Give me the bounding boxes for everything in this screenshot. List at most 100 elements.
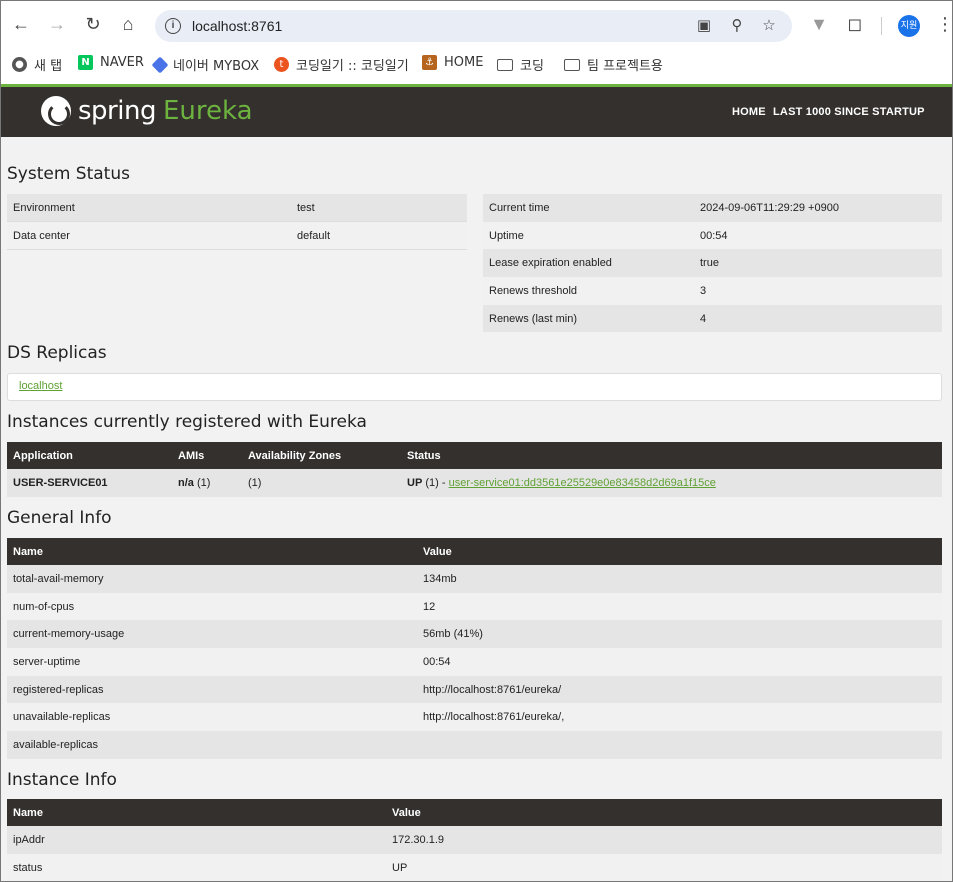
menu-kebab-icon[interactable]: ⋮ <box>934 13 953 35</box>
status-value: 3 <box>694 277 942 305</box>
info-name: unavailable-replicas <box>7 703 417 732</box>
system-status-right-table: Current time 2024-09-06T11:29:29 +0900 U… <box>483 194 942 333</box>
url-text[interactable]: localhost:8761 <box>192 18 282 34</box>
column-header: Value <box>417 538 942 565</box>
status-name: Data center <box>7 221 291 250</box>
bookmark-folder-team[interactable]: 팀 프로젝트용 <box>564 55 663 74</box>
table-header-row: Name Value <box>7 538 942 565</box>
bookmark-label: 팀 프로젝트용 <box>587 59 663 74</box>
folder-icon <box>497 58 513 71</box>
system-status-left-table: Environment test Data center default <box>7 194 467 250</box>
naver-icon: N <box>78 55 93 70</box>
extension-v-icon[interactable]: ▼ <box>808 13 830 35</box>
status-name: Renews (last min) <box>483 304 694 333</box>
status-value: test <box>291 194 467 223</box>
bookmark-mybox[interactable]: 네이버 MYBOX <box>151 55 260 74</box>
column-header: Application <box>7 442 172 469</box>
spring-eureka-logo[interactable]: spring Eureka <box>41 96 253 126</box>
table-row: Uptime 00:54 <box>483 221 942 250</box>
status-name: Renews threshold <box>483 277 694 305</box>
home-icon[interactable]: ⌂ <box>117 13 139 35</box>
column-header: Availability Zones <box>242 442 401 469</box>
extensions-puzzle-icon[interactable]: ◻ <box>844 13 866 35</box>
instances-table: Application AMIs Availability Zones Stat… <box>7 442 942 497</box>
info-value: 56mb (41%) <box>417 620 942 649</box>
forward-arrow-icon[interactable]: → <box>46 13 68 35</box>
bookmark-label: HOME <box>444 55 484 70</box>
bookmark-new-tab[interactable]: ● 새 탭 <box>12 55 62 74</box>
status-name: Uptime <box>483 221 694 250</box>
instance-info-table: Name Value ipAddr 172.30.1.9 status UP <box>7 799 942 882</box>
nav-last-1000-link[interactable]: LAST 1000 SINCE STARTUP <box>773 106 925 118</box>
ds-replicas-list: localhost <box>7 373 942 401</box>
bookmark-label: 네이버 MYBOX <box>173 59 260 74</box>
amis-count: (1) <box>196 476 211 489</box>
folder-icon <box>564 58 580 71</box>
system-status-heading: System Status <box>7 164 130 184</box>
info-value <box>417 731 942 759</box>
info-value: 12 <box>417 592 942 621</box>
status-value: true <box>694 249 942 278</box>
status-cell: UP (1) - user-service01:dd3561e25529e0e8… <box>401 469 942 497</box>
info-value: http://localhost:8761/eureka/ <box>417 675 942 704</box>
address-bar[interactable]: i localhost:8761 ▣ ⚲ ☆ <box>155 10 792 42</box>
logo-eureka-text: Eureka <box>162 96 253 126</box>
replica-link[interactable]: localhost <box>19 380 62 392</box>
zones-cell: (1) <box>242 469 401 497</box>
bookmark-label: NAVER <box>100 55 144 70</box>
profile-avatar[interactable]: 지원 <box>898 15 920 37</box>
amis-cell: n/a (1) <box>172 469 242 497</box>
bookmark-home[interactable]: ⚓ HOME <box>422 55 483 70</box>
reload-icon[interactable]: ↻ <box>82 13 104 35</box>
info-name: current-memory-usage <box>7 620 417 649</box>
ship-icon: ⚓ <box>422 55 437 70</box>
column-header: Value <box>386 799 942 826</box>
info-name: status <box>7 853 386 882</box>
status-value: 00:54 <box>694 221 942 250</box>
table-header-row: Name Value <box>7 799 942 826</box>
zoom-icon[interactable]: ⚲ <box>728 17 746 35</box>
table-row: status UP <box>7 853 942 882</box>
status-value: 2024-09-06T11:29:29 +0900 <box>694 194 942 222</box>
application-name: USER-SERVICE01 <box>7 469 172 497</box>
info-value: http://localhost:8761/eureka/, <box>417 703 942 732</box>
info-value: 172.30.1.9 <box>386 826 942 854</box>
instances-heading: Instances currently registered with Eure… <box>7 412 367 432</box>
tistory-icon: t <box>274 57 289 72</box>
table-row: USER-SERVICE01 n/a (1) (1) UP (1) - user… <box>7 469 942 497</box>
translate-icon[interactable]: ▣ <box>695 17 713 35</box>
nav-home-link[interactable]: HOME <box>732 106 766 118</box>
bookmark-label: 코딩일기 :: 코딩일기 <box>296 59 409 74</box>
table-row: unavailable-replicas http://localhost:876… <box>7 703 942 732</box>
table-row: available-replicas <box>7 731 942 759</box>
info-name: server-uptime <box>7 648 417 676</box>
browser-toolbar: ← → ↻ ⌂ i localhost:8761 ▣ ⚲ ☆ ▼ ◻ 지원 ⋮ <box>1 1 953 51</box>
status-count: (1) - <box>425 476 449 489</box>
table-row: current-memory-usage 56mb (41%) <box>7 620 942 649</box>
table-row: Environment test <box>7 194 467 223</box>
bookmark-folder-coding[interactable]: 코딩 <box>497 55 544 74</box>
table-row: Current time 2024-09-06T11:29:29 +0900 <box>483 194 942 222</box>
bookmark-tistory[interactable]: t 코딩일기 :: 코딩일기 <box>274 55 409 74</box>
spring-leaf-icon <box>41 96 71 126</box>
status-value: 4 <box>694 304 942 333</box>
bookmark-star-icon[interactable]: ☆ <box>760 17 778 35</box>
back-arrow-icon[interactable]: ← <box>10 13 32 35</box>
eureka-navbar: spring Eureka HOME LAST 1000 SINCE START… <box>1 84 952 137</box>
table-row: Renews (last min) 4 <box>483 304 942 333</box>
table-row: ipAddr 172.30.1.9 <box>7 826 942 854</box>
toolbar-divider <box>881 17 882 35</box>
ds-replicas-heading: DS Replicas <box>7 343 107 363</box>
info-value: 134mb <box>417 565 942 593</box>
bookmark-naver[interactable]: N NAVER <box>78 55 144 70</box>
table-row: registered-replicas http://localhost:8761… <box>7 675 942 704</box>
info-name: ipAddr <box>7 826 386 854</box>
info-name: registered-replicas <box>7 675 417 704</box>
table-row: server-uptime 00:54 <box>7 648 942 676</box>
table-header-row: Application AMIs Availability Zones Stat… <box>7 442 942 469</box>
column-header: Name <box>7 799 386 826</box>
bookmarks-bar: ● 새 탭 N NAVER 네이버 MYBOX t 코딩일기 :: 코딩일기 ⚓… <box>1 51 952 84</box>
instance-link[interactable]: user-service01:dd3561e25529e0e83458d2d69… <box>449 477 716 489</box>
site-info-icon[interactable]: i <box>165 18 181 34</box>
info-value: 00:54 <box>417 648 942 676</box>
